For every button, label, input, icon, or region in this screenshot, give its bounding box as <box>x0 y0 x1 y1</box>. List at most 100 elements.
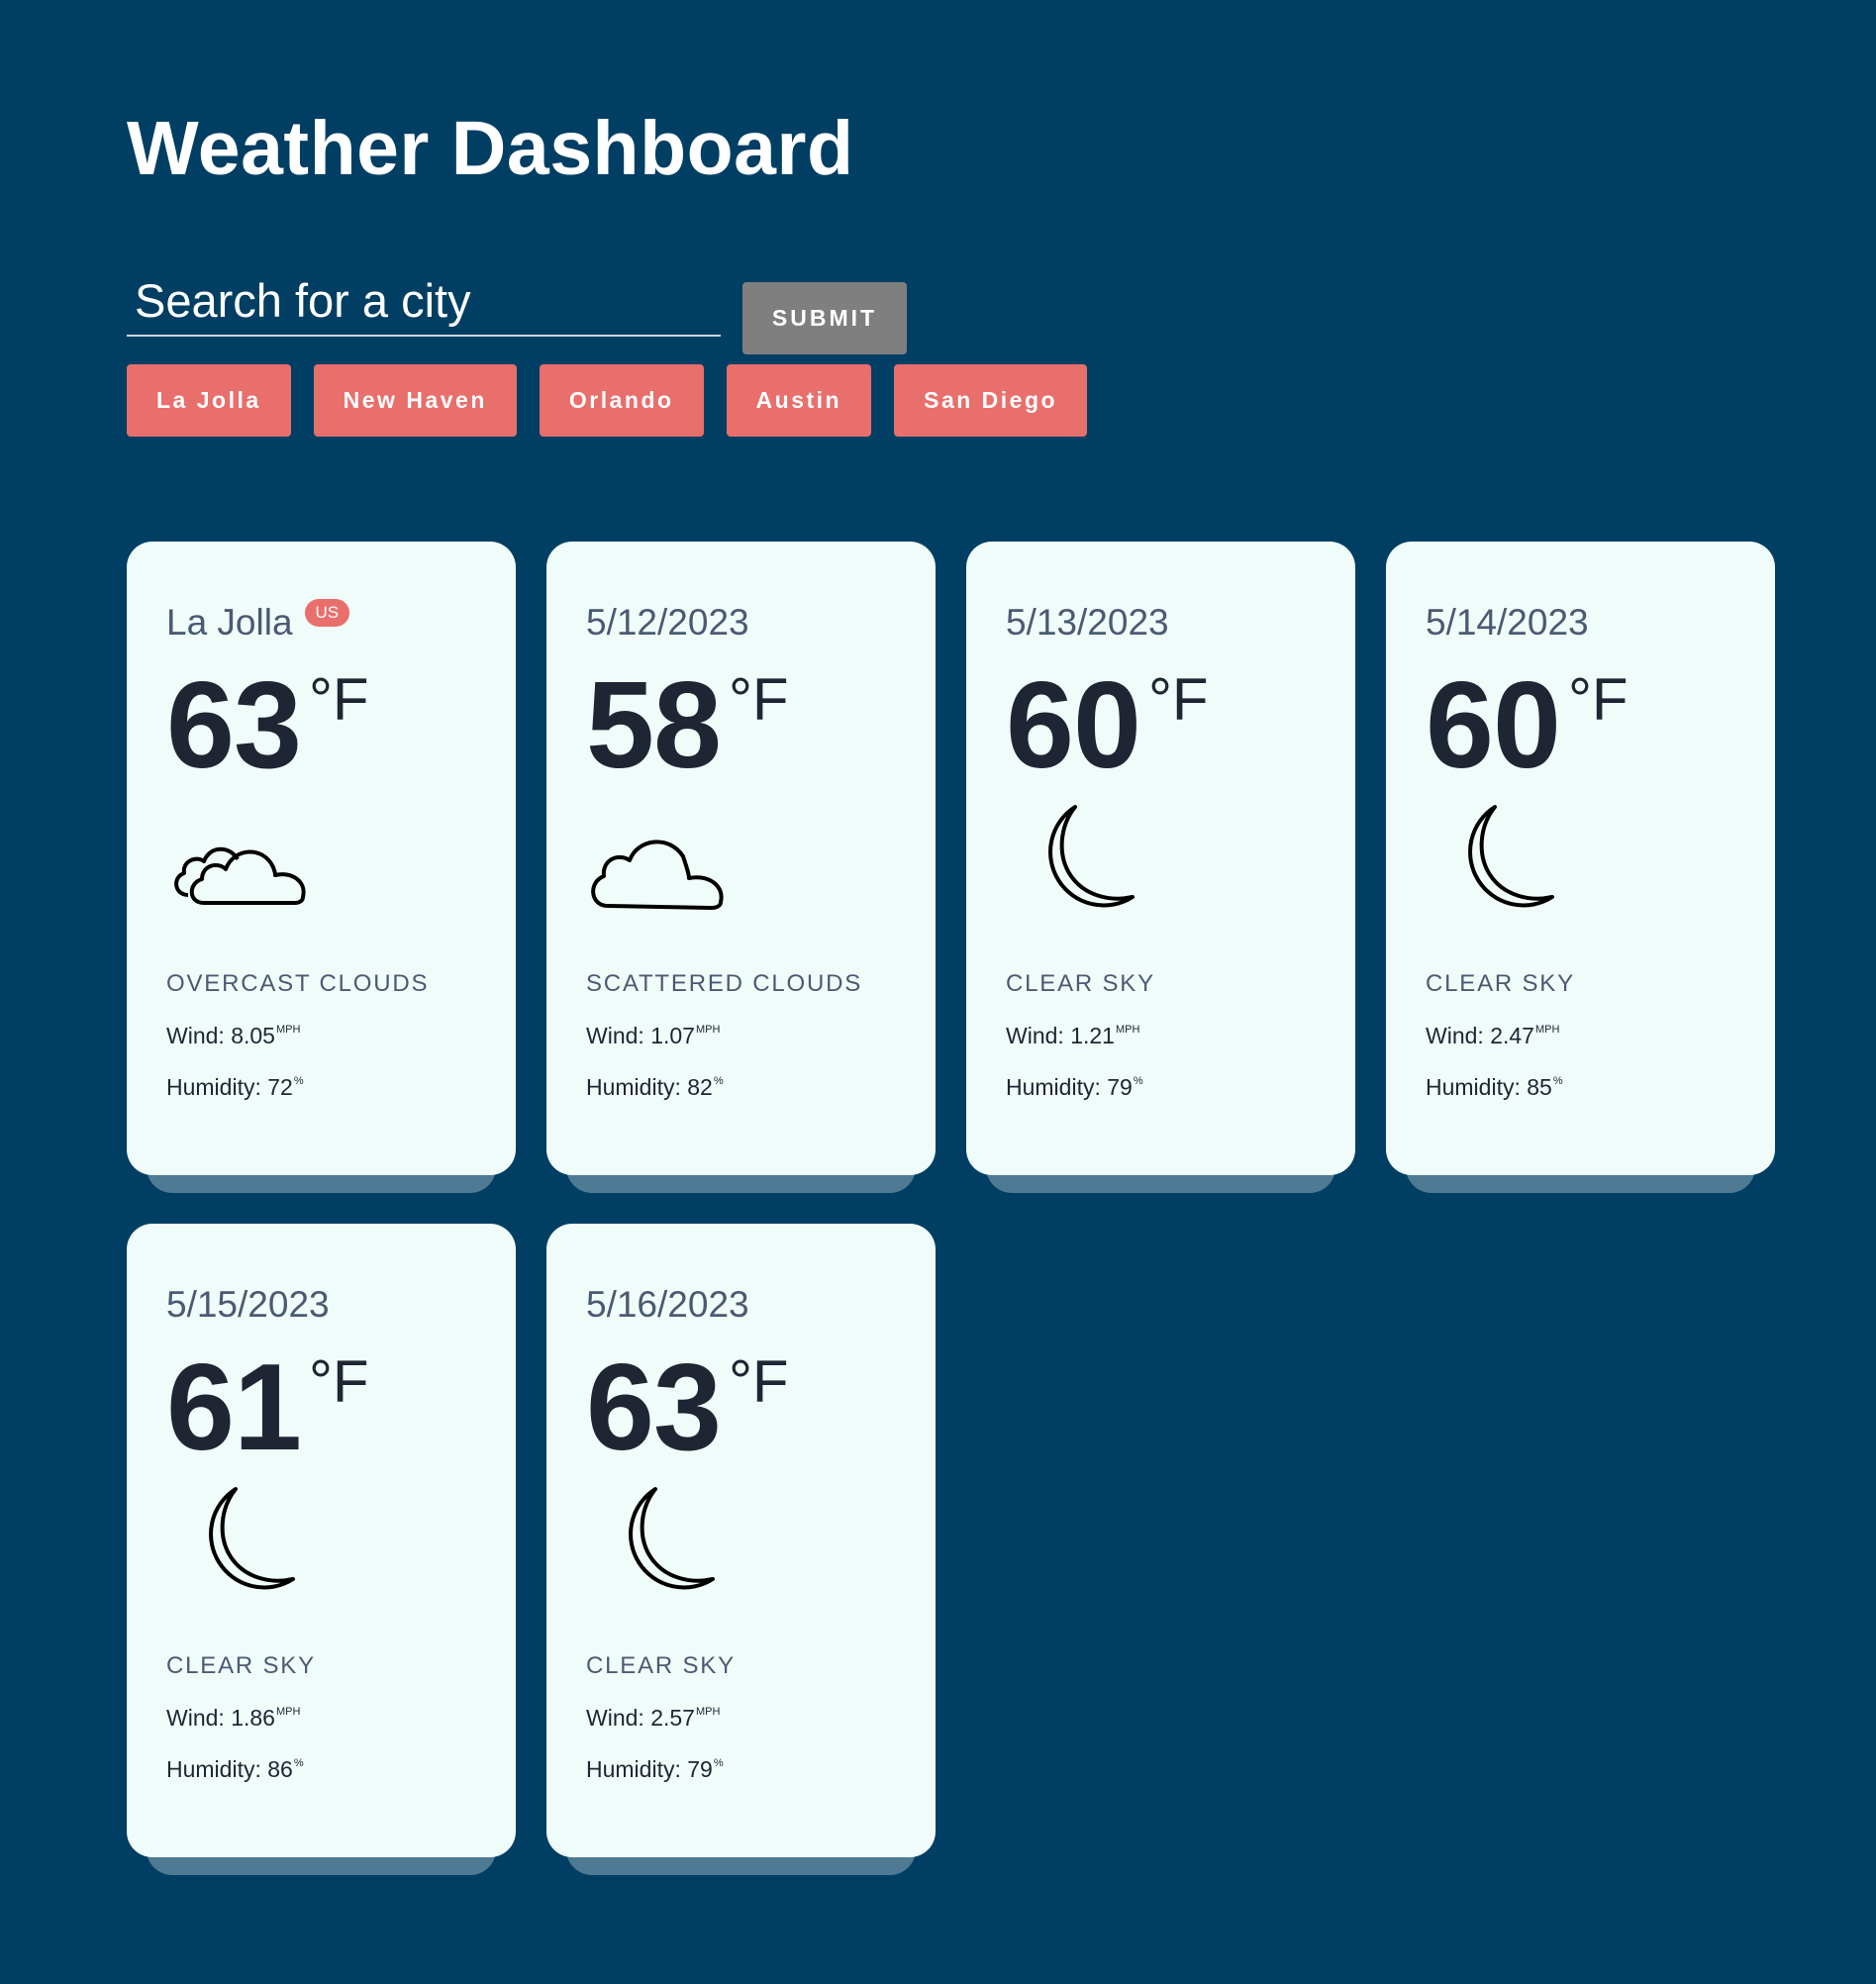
wind-label: Wind: <box>1006 1023 1071 1048</box>
wind-speed: Wind: 2.47MPH <box>1426 1015 1735 1050</box>
weather-card-body: 5/16/2023 63 °F CLEAR SKY Wind: 2.57MPH … <box>546 1224 936 1857</box>
weather-condition: CLEAR SKY <box>1006 970 1155 997</box>
moon-icon <box>1426 797 1574 950</box>
history-button-la-jolla[interactable]: La Jolla <box>127 364 291 437</box>
scattered-clouds-icon <box>586 817 735 931</box>
weather-icon-box <box>586 1471 896 1639</box>
wind-value: 1.86 <box>231 1705 275 1731</box>
humidity-label: Humidity: <box>586 1756 688 1782</box>
weather-icon-box <box>1006 789 1316 957</box>
humidity-value: 82 <box>687 1074 713 1100</box>
humidity-label: Humidity: <box>586 1074 688 1100</box>
humidity-unit: % <box>713 1757 724 1769</box>
temperature-unit: °F <box>728 1348 789 1415</box>
wind-unit: MPH <box>1534 1024 1560 1036</box>
weather-condition: SCATTERED CLOUDS <box>586 970 863 997</box>
card-header: 5/14/2023 <box>1426 599 1735 646</box>
wind-speed: Wind: 1.07MPH <box>586 1015 896 1050</box>
weather-icon-box <box>166 789 476 957</box>
weather-condition: CLEAR SKY <box>586 1652 736 1679</box>
history-button-orlando[interactable]: Orlando <box>539 364 704 437</box>
card-header: 5/12/2023 <box>586 599 896 646</box>
weather-icon-box <box>586 789 896 957</box>
search-history: La Jolla New Haven Orlando Austin San Di… <box>127 364 1749 437</box>
card-heading: La Jolla <box>166 602 293 643</box>
card-heading: 5/12/2023 <box>586 602 749 643</box>
weather-card-body: 5/13/2023 60 °F CLEAR SKY Wind: 1.21MPH … <box>966 542 1355 1175</box>
card-header: La Jolla US <box>166 599 476 646</box>
humidity-label: Humidity: <box>1006 1074 1108 1100</box>
history-button-san-diego[interactable]: San Diego <box>894 364 1088 437</box>
card-heading: 5/16/2023 <box>586 1284 749 1325</box>
history-button-new-haven[interactable]: New Haven <box>313 364 517 437</box>
search-form: SUBMIT <box>127 261 1749 354</box>
wind-value: 1.21 <box>1070 1023 1115 1048</box>
card-header: 5/15/2023 <box>166 1281 476 1329</box>
temperature-unit: °F <box>1567 666 1629 733</box>
moon-icon <box>586 1479 735 1633</box>
weather-card: 5/12/2023 58 °F SCATTERED CLOUDS Wind: 1… <box>546 542 936 1193</box>
wind-speed: Wind: 2.57MPH <box>586 1697 896 1733</box>
forecast-grid: La Jolla US 63 °F OVERCAST CLOUDS Wind: … <box>127 542 1775 1875</box>
temperature-value: 60 <box>1426 657 1561 794</box>
humidity-unit: % <box>713 1075 724 1087</box>
humidity-value: 79 <box>1107 1074 1133 1100</box>
city-search-input[interactable] <box>127 271 721 337</box>
wind-unit: MPH <box>1115 1024 1140 1036</box>
card-heading: 5/13/2023 <box>1006 602 1169 643</box>
page-title: Weather Dashboard <box>127 106 854 191</box>
wind-unit: MPH <box>275 1024 301 1036</box>
overcast-clouds-icon <box>166 822 315 926</box>
moon-icon <box>166 1479 315 1633</box>
temperature-value: 61 <box>166 1339 302 1476</box>
weather-card-body: 5/14/2023 60 °F CLEAR SKY Wind: 2.47MPH … <box>1386 542 1775 1175</box>
temperature-unit: °F <box>308 666 369 733</box>
weather-condition: OVERCAST CLOUDS <box>166 970 430 997</box>
weather-icon-box <box>166 1471 476 1639</box>
humidity-value: 86 <box>267 1756 293 1782</box>
temperature: 60 °F <box>1426 657 1735 794</box>
weather-card-body: 5/15/2023 61 °F CLEAR SKY Wind: 1.86MPH … <box>127 1224 516 1857</box>
weather-condition: CLEAR SKY <box>1426 970 1575 997</box>
temperature: 63 °F <box>586 1339 896 1476</box>
submit-button[interactable]: SUBMIT <box>742 282 907 354</box>
wind-value: 2.47 <box>1490 1023 1534 1048</box>
wind-speed: Wind: 1.86MPH <box>166 1697 476 1733</box>
weather-card-body: 5/12/2023 58 °F SCATTERED CLOUDS Wind: 1… <box>546 542 936 1175</box>
humidity: Humidity: 79% <box>586 1748 896 1784</box>
temperature: 60 °F <box>1006 657 1316 794</box>
humidity-value: 79 <box>687 1756 713 1782</box>
card-header: 5/16/2023 <box>586 1281 896 1329</box>
temperature-unit: °F <box>1147 666 1209 733</box>
humidity-value: 72 <box>267 1074 293 1100</box>
wind-label: Wind: <box>166 1705 232 1731</box>
temperature-value: 60 <box>1006 657 1141 794</box>
humidity-label: Humidity: <box>166 1756 268 1782</box>
weather-card: 5/15/2023 61 °F CLEAR SKY Wind: 1.86MPH … <box>127 1224 516 1875</box>
temperature: 58 °F <box>586 657 896 794</box>
temperature-unit: °F <box>728 666 789 733</box>
wind-value: 2.57 <box>650 1705 695 1731</box>
humidity-unit: % <box>1552 1075 1563 1087</box>
wind-speed: Wind: 8.05MPH <box>166 1015 476 1050</box>
temperature-unit: °F <box>308 1348 369 1415</box>
wind-value: 1.07 <box>650 1023 695 1048</box>
wind-label: Wind: <box>586 1705 651 1731</box>
temperature-value: 63 <box>166 657 302 794</box>
wind-label: Wind: <box>586 1023 651 1048</box>
temperature-value: 63 <box>586 1339 722 1476</box>
temperature: 63 °F <box>166 657 476 794</box>
weather-card: 5/16/2023 63 °F CLEAR SKY Wind: 2.57MPH … <box>546 1224 936 1875</box>
humidity-unit: % <box>1133 1075 1143 1087</box>
weather-card: 5/14/2023 60 °F CLEAR SKY Wind: 2.47MPH … <box>1386 542 1775 1193</box>
humidity-unit: % <box>293 1757 304 1769</box>
temperature-value: 58 <box>586 657 722 794</box>
weather-condition: CLEAR SKY <box>166 1652 316 1679</box>
weather-card: 5/13/2023 60 °F CLEAR SKY Wind: 1.21MPH … <box>966 542 1355 1193</box>
humidity: Humidity: 86% <box>166 1748 476 1784</box>
weather-card: La Jolla US 63 °F OVERCAST CLOUDS Wind: … <box>127 542 516 1193</box>
history-button-austin[interactable]: Austin <box>726 364 872 437</box>
weather-icon-box <box>1426 789 1735 957</box>
wind-label: Wind: <box>166 1023 232 1048</box>
humidity: Humidity: 82% <box>586 1066 896 1102</box>
